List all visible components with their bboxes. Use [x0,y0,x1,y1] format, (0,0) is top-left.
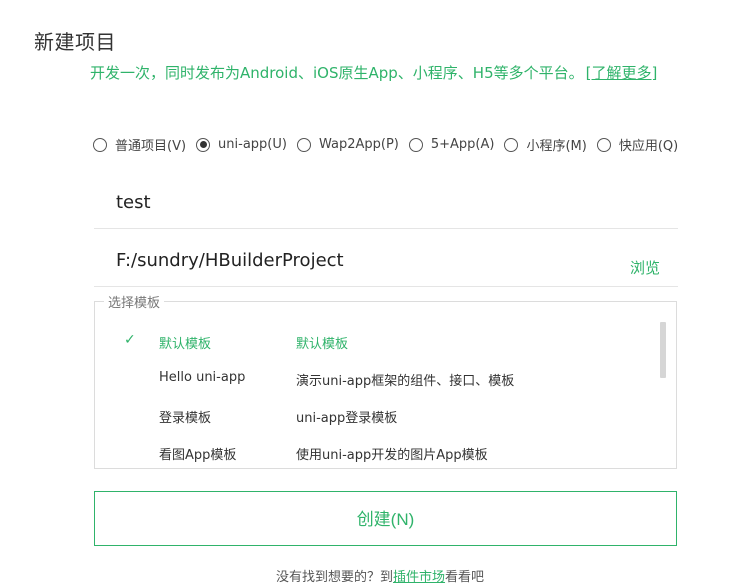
template-name: 看图App模板 [159,448,237,463]
template-legend: 选择模板 [104,292,165,311]
radio-uni-app[interactable]: uni-app(U) [196,137,287,152]
radio-circle[interactable] [93,137,107,152]
subtitle-text: 开发一次，同时发布为Android、iOS原生App、小程序、H5等多个平台。 [90,64,584,82]
radio-circle[interactable] [196,137,211,152]
radio-mini-program[interactable]: 小程序(M) [504,135,587,154]
template-name: 默认模板 [159,337,212,352]
template-desc: uni-app登录模板 [296,411,398,426]
radio-circle[interactable] [408,137,423,152]
template-name: 登录模板 [159,411,212,426]
check-icon: ✓ [124,332,136,348]
radio-quick-app[interactable]: 快应用(Q) [596,135,679,154]
template-desc: 默认模板 [296,337,349,352]
template-item-image-app[interactable]: 看图App模板 使用uni-app开发的图片App模板 [95,433,655,468]
template-list: ✓ 默认模板 默认模板 Hello uni-app 演示uni-app框架的组件… [94,301,677,469]
page-title: 新建项目 [34,30,116,54]
radio-label: 普通项目(V) [115,139,187,154]
template-item-hello-uni-app[interactable]: Hello uni-app 演示uni-app框架的组件、接口、模板 [95,359,655,396]
radio-label: 5+App(A) [430,137,495,152]
radio-circle[interactable] [596,137,611,152]
template-desc: 演示uni-app框架的组件、接口、模板 [296,374,515,389]
footer-suffix: 看看吧 [445,570,485,585]
project-path-field: 浏览 [94,231,678,287]
learn-more-link[interactable]: [了解更多] [586,64,658,82]
template-name: Hello uni-app [159,370,246,385]
template-scrollbar[interactable] [660,322,666,378]
footer-prefix: 没有找到想要的？到 [276,570,394,585]
radio-circle[interactable] [504,137,519,152]
create-button[interactable]: 创建(N) [94,491,677,546]
radio-circle[interactable] [296,137,311,152]
template-item-login[interactable]: 登录模板 uni-app登录模板 [95,396,655,433]
project-type-group: 普通项目(V) uni-app(U) Wap2App(P) 5+App(A) 小… [93,135,693,154]
template-item-default[interactable]: ✓ 默认模板 默认模板 [95,322,655,359]
radio-5plus-app[interactable]: 5+App(A) [408,137,495,152]
radio-wap2app[interactable]: Wap2App(P) [296,137,399,152]
project-name-input[interactable] [114,187,618,217]
radio-label: 小程序(M) [526,139,587,154]
plugin-market-link[interactable]: 插件市场 [393,570,445,585]
page-subtitle: 开发一次，同时发布为Android、iOS原生App、小程序、H5等多个平台。[… [90,62,657,83]
radio-label: 快应用(Q) [618,139,679,154]
radio-label: uni-app(U) [218,137,287,152]
radio-label: Wap2App(P) [318,137,399,152]
template-desc: 使用uni-app开发的图片App模板 [296,448,488,463]
browse-button[interactable]: 浏览 [630,257,660,278]
project-name-field [94,173,678,229]
radio-normal-project[interactable]: 普通项目(V) [93,135,186,154]
project-path-input[interactable] [114,245,618,275]
